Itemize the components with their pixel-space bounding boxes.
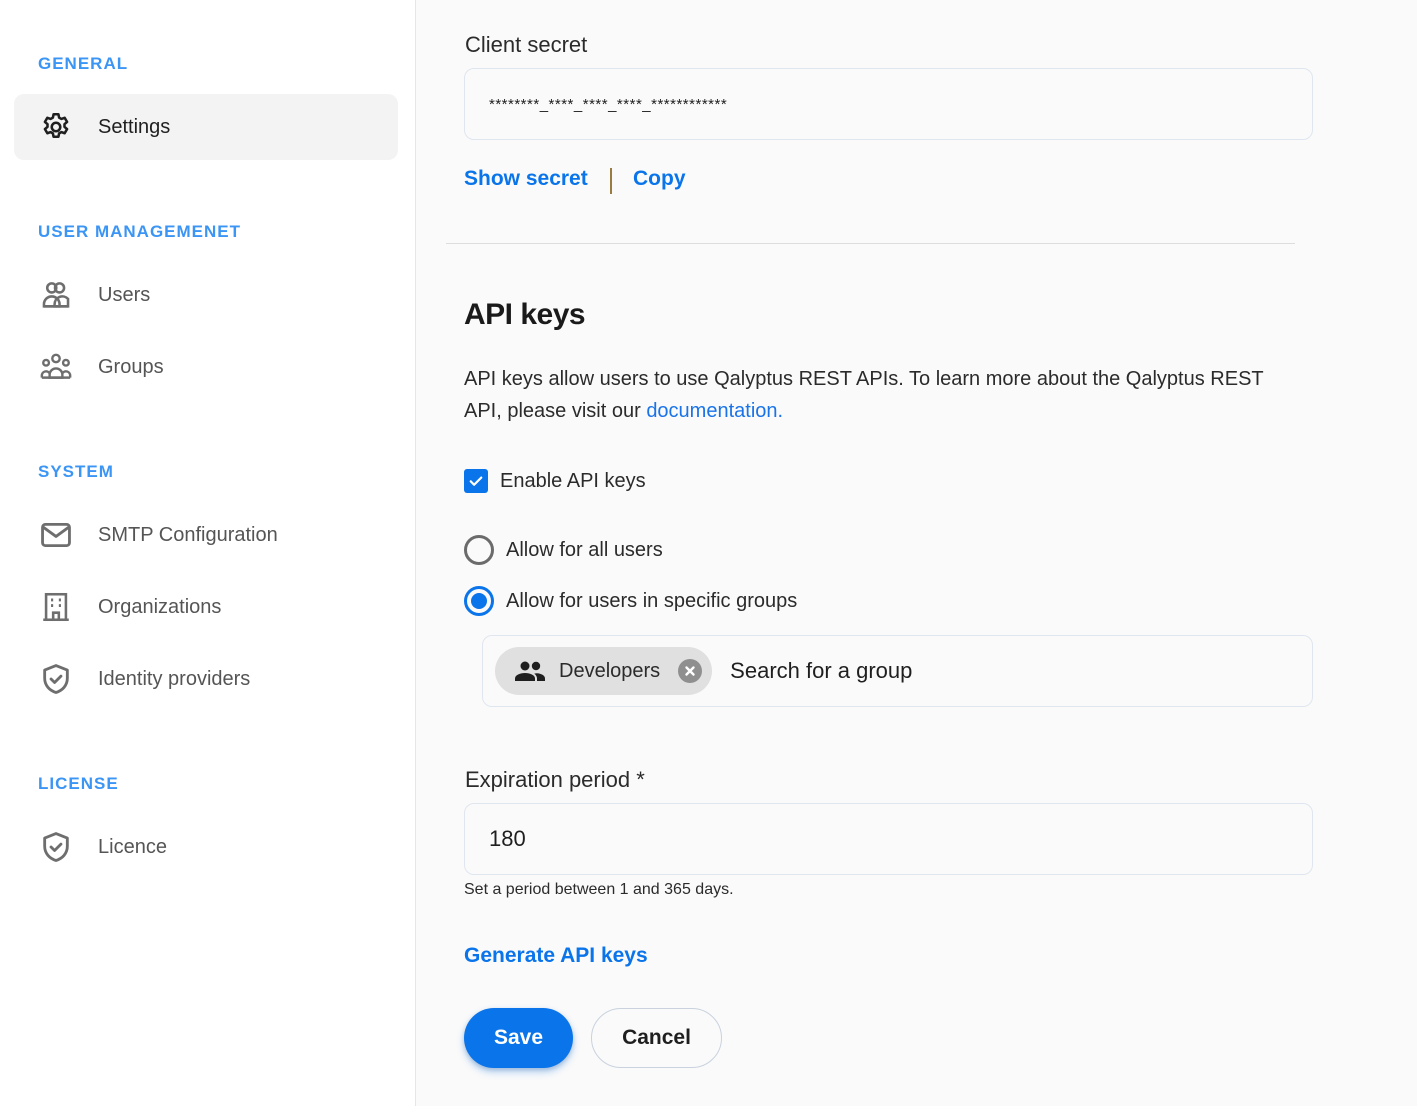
group-icon [515, 661, 545, 681]
sidebar-item-label: Organizations [98, 595, 222, 618]
radio-label: Allow for all users [506, 538, 663, 561]
description-text: API keys allow users to use Qalyptus RES… [464, 368, 1264, 422]
users-icon [38, 277, 74, 313]
client-secret-value: ********_****_****_****_************ [489, 95, 728, 113]
expiration-period-input[interactable]: 180 [464, 803, 1313, 875]
radio-all-users[interactable] [464, 535, 494, 565]
api-keys-title: API keys [464, 298, 586, 331]
sidebar-item-organizations[interactable]: Organizations [14, 574, 398, 640]
section-divider [446, 243, 1295, 244]
enable-api-keys-checkbox[interactable] [464, 469, 488, 493]
section-label-license: LICENSE [38, 774, 119, 793]
sidebar-item-label: Identity providers [98, 667, 251, 690]
sidebar-item-identity-providers[interactable]: Identity providers [14, 646, 398, 712]
sidebar-item-label: Settings [98, 115, 171, 138]
cancel-button[interactable]: Cancel [591, 1008, 722, 1068]
chip-label: Developers [559, 659, 661, 682]
documentation-link[interactable]: documentation. [646, 400, 783, 422]
groups-icon [38, 349, 74, 385]
mail-icon [38, 517, 74, 553]
shield-check-icon [38, 829, 74, 865]
expiration-period-value: 180 [489, 826, 526, 851]
copy-link[interactable]: Copy [633, 167, 686, 191]
main-content: Client secret ********_****_****_****_**… [416, 0, 1417, 1106]
show-secret-link[interactable]: Show secret [464, 167, 588, 191]
radio-label: Allow for users in specific groups [506, 589, 798, 612]
sidebar: GENERAL Settings USER MANAGEMENET Users [0, 0, 416, 1106]
radio-specific-groups[interactable] [464, 586, 494, 616]
check-icon [469, 476, 483, 486]
section-label-system: SYSTEM [38, 462, 114, 481]
sidebar-item-label: SMTP Configuration [98, 523, 278, 546]
sidebar-item-smtp-configuration[interactable]: SMTP Configuration [14, 502, 398, 568]
app: GENERAL Settings USER MANAGEMENET Users [0, 0, 1417, 1106]
client-secret-label: Client secret [465, 32, 588, 57]
enable-api-keys-label: Enable API keys [500, 469, 646, 492]
sidebar-item-label: Groups [98, 355, 164, 378]
sidebar-item-groups[interactable]: Groups [14, 334, 398, 400]
radio-option-specific-groups[interactable]: Allow for users in specific groups [464, 586, 797, 616]
group-chip-developers: Developers [495, 647, 713, 695]
gear-icon [38, 109, 74, 145]
sidebar-item-label: Licence [98, 835, 167, 858]
link-separator [610, 168, 612, 194]
group-search-input[interactable] [730, 658, 1271, 684]
api-keys-description: API keys allow users to use Qalyptus RES… [464, 363, 1304, 427]
sidebar-item-settings[interactable]: Settings [14, 94, 398, 160]
sidebar-item-licence[interactable]: Licence [14, 814, 398, 880]
section-label-general: GENERAL [38, 54, 129, 73]
section-label-user-management: USER MANAGEMENET [38, 222, 242, 241]
group-select[interactable]: Developers [482, 635, 1313, 707]
sidebar-item-label: Users [98, 283, 151, 306]
generate-api-keys-link[interactable]: Generate API keys [464, 944, 648, 968]
enable-api-keys-row: Enable API keys [464, 469, 646, 493]
shield-check-icon [38, 661, 74, 697]
radio-option-all-users[interactable]: Allow for all users [464, 535, 663, 565]
save-button[interactable]: Save [464, 1008, 573, 1068]
expiration-helper-text: Set a period between 1 and 365 days. [464, 881, 734, 898]
sidebar-item-users[interactable]: Users [14, 262, 398, 328]
remove-chip-button[interactable] [678, 659, 703, 683]
expiration-period-label: Expiration period * [465, 767, 645, 792]
client-secret-field[interactable]: ********_****_****_****_************ [464, 68, 1313, 140]
building-icon [38, 589, 74, 625]
close-icon [685, 666, 695, 676]
